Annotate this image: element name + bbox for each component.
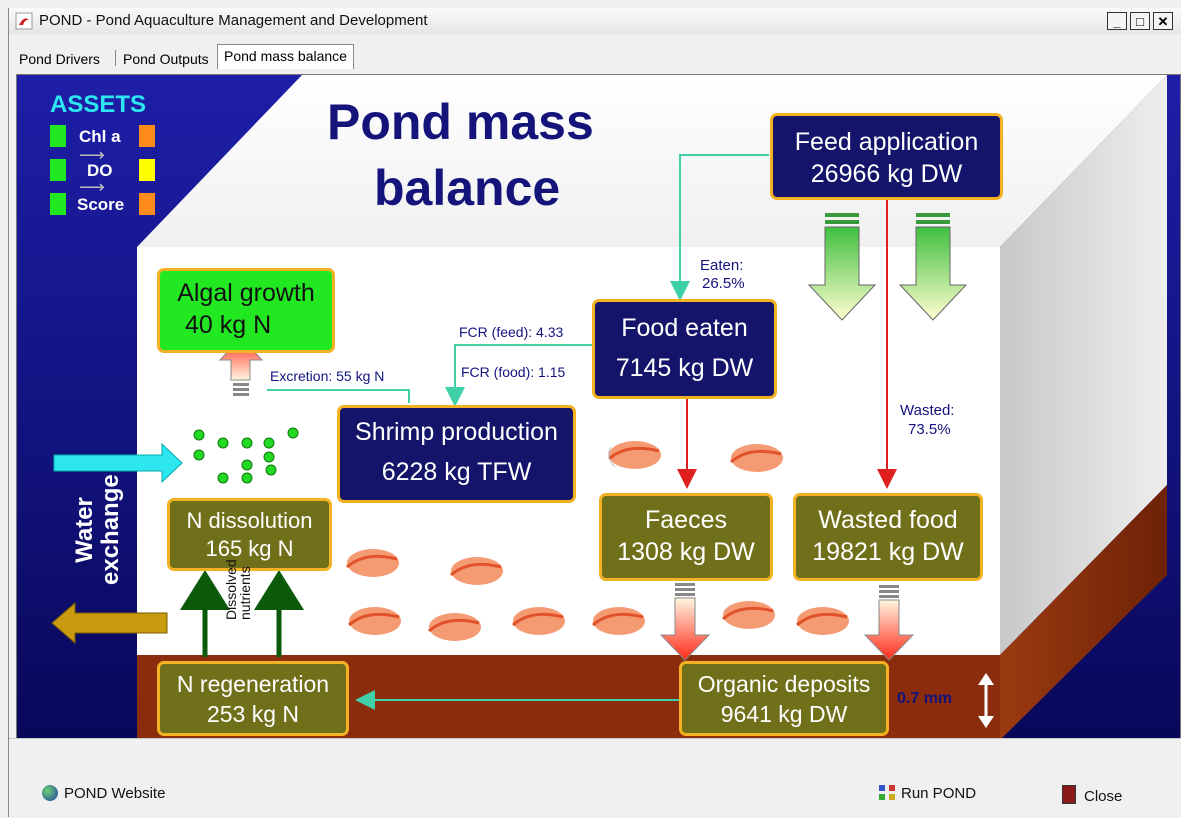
- organic-deposits-box: Organic deposits 9641 kg DW: [679, 661, 889, 736]
- run-pond-button[interactable]: Run POND: [879, 785, 976, 802]
- feed-application-value: 26966 kg DW: [810, 160, 963, 188]
- eaten-percent: 26.5%: [702, 275, 745, 292]
- pond-website-button[interactable]: POND Website: [42, 785, 165, 802]
- assets-heading: ASSETS: [50, 91, 147, 118]
- dissolved-nutrients-label: Dissolved nutrients: [223, 559, 253, 620]
- tab-pond-drivers[interactable]: Pond Drivers: [13, 48, 106, 70]
- close-window-button[interactable]: ✕: [1153, 12, 1173, 30]
- organic-deposits-value: 9641 kg DW: [720, 701, 848, 727]
- close-label: Close: [1084, 788, 1123, 805]
- chl-a-label: Chl a: [79, 127, 121, 146]
- eaten-label: Eaten:: [700, 257, 744, 274]
- score-label: Score: [77, 195, 125, 214]
- do-indicator-right: [139, 159, 155, 181]
- faeces-value: 1308 kg DW: [617, 538, 755, 566]
- close-app-button[interactable]: Close: [1062, 785, 1122, 805]
- title-bar: POND - Pond Aquaculture Management and D…: [9, 8, 1181, 34]
- door-exit-icon: [1062, 785, 1076, 804]
- algal-growth-title: Algal growth: [177, 279, 315, 307]
- score-indicator-right: [139, 193, 155, 215]
- score-indicator-left: [50, 193, 66, 215]
- wasted-percent: 73.5%: [908, 421, 951, 438]
- feed-application-title: Feed application: [794, 128, 979, 156]
- mass-balance-diagram: ASSETS Chl a ⟶ DO ⟶ Score Pond mass bala…: [16, 74, 1181, 741]
- chl-a-indicator-right: [139, 125, 155, 147]
- faeces-title: Faeces: [645, 506, 727, 534]
- food-eaten-box: Food eaten 7145 kg DW: [592, 299, 777, 399]
- tab-separator: [115, 50, 116, 66]
- wasted-food-value: 19821 kg DW: [812, 538, 964, 566]
- faeces-box: Faeces 1308 kg DW: [599, 493, 773, 581]
- tab-pond-mass-balance[interactable]: Pond mass balance: [217, 44, 354, 69]
- organic-deposits-title: Organic deposits: [697, 671, 871, 697]
- diagram-title-line2: balance: [374, 160, 561, 216]
- footer-bar: POND Website Run POND Close: [9, 738, 1181, 818]
- n-dissolution-title: N dissolution: [186, 508, 313, 533]
- excretion-label: Excretion: 55 kg N: [270, 368, 385, 384]
- tab-pond-outputs[interactable]: Pond Outputs: [117, 48, 215, 70]
- shrimp-production-box: Shrimp production 6228 kg TFW: [337, 405, 576, 503]
- run-pond-label: Run POND: [901, 785, 977, 802]
- fcr-food-label: FCR (food): 1.15: [461, 364, 566, 380]
- diagram-title-line1: Pond mass: [327, 94, 594, 150]
- maximize-button[interactable]: □: [1130, 12, 1150, 30]
- app-window: POND - Pond Aquaculture Management and D…: [8, 8, 1181, 818]
- window-title: POND - Pond Aquaculture Management and D…: [39, 12, 428, 29]
- pond-website-label: POND Website: [64, 785, 166, 802]
- feed-application-box: Feed application 26966 kg DW: [770, 113, 1003, 200]
- food-eaten-value: 7145 kg DW: [615, 354, 754, 382]
- food-eaten-title: Food eaten: [621, 314, 748, 342]
- chl-a-indicator-left: [50, 125, 66, 147]
- n-regeneration-box: N regeneration 253 kg N: [157, 661, 349, 736]
- fcr-feed-label: FCR (feed): 4.33: [459, 324, 564, 340]
- shrimp-production-value: 6228 kg TFW: [381, 458, 532, 486]
- run-network-icon: [879, 785, 897, 801]
- app-logo-icon: [15, 12, 33, 30]
- n-regeneration-title: N regeneration: [176, 671, 330, 697]
- wasted-food-box: Wasted food 19821 kg DW: [793, 493, 983, 581]
- do-indicator-left: [50, 159, 66, 181]
- globe-icon: [42, 785, 58, 801]
- minimize-button[interactable]: _: [1107, 12, 1127, 30]
- algal-growth-value: 40 kg N: [185, 311, 272, 339]
- water-exchange-label: Water exchange: [71, 474, 124, 585]
- shrimp-production-title: Shrimp production: [355, 418, 558, 446]
- diagram-background: [17, 75, 1180, 740]
- wasted-food-title: Wasted food: [818, 506, 958, 534]
- algal-growth-box: Algal growth 40 kg N: [157, 268, 335, 353]
- wasted-label: Wasted:: [900, 402, 955, 419]
- sediment-depth-label: 0.7 mm: [897, 690, 953, 707]
- n-regeneration-value: 253 kg N: [206, 701, 300, 727]
